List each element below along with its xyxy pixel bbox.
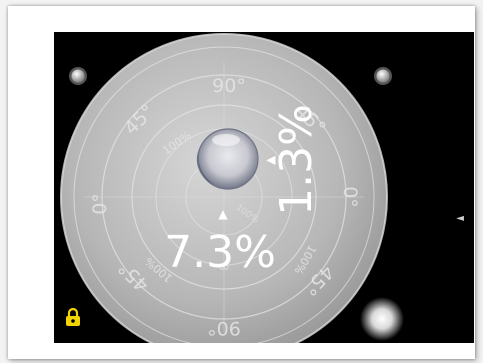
dial-label-bottom: 90° <box>207 317 241 339</box>
lock-icon <box>66 307 80 326</box>
horizontal-reading: 7.3% <box>164 227 276 278</box>
app-frame: 90° 45° 45° 0° 0° 45° 45° 90° ∞ ∞ 100% 1… <box>8 6 475 359</box>
level-screen: 90° 45° 45° 0° 0° 45° 45° 90° ∞ ∞ 100% 1… <box>54 32 474 343</box>
level-dial: 90° 45° 45° 0° 0° 45° 45° 90° ∞ ∞ 100% 1… <box>60 33 404 343</box>
dial-label-right: 0° <box>339 186 361 208</box>
edge-arrow-icon[interactable]: ◄ <box>456 214 464 224</box>
vertical-reading: 1.3% <box>271 104 322 216</box>
glow-icon <box>360 297 404 341</box>
dial-label-top: 90° <box>212 75 246 97</box>
horizontal-marker: ▲ <box>218 207 228 221</box>
dial-label-left: 0° <box>89 193 111 215</box>
pin-icon <box>71 69 85 83</box>
bubble-icon <box>196 128 259 190</box>
pin-icon <box>376 69 390 83</box>
lock-button[interactable] <box>62 306 84 328</box>
